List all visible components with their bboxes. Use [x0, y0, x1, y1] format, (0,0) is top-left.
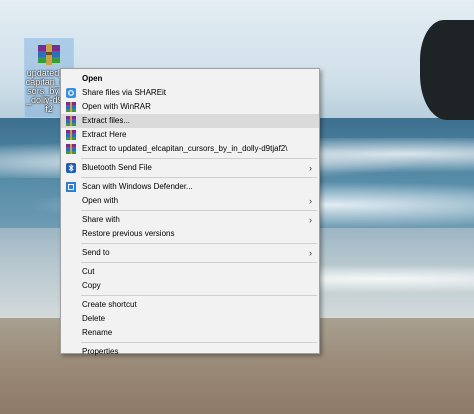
menu-separator	[81, 295, 317, 296]
menu-item-restore-previous-versions[interactable]: Restore previous versions	[61, 227, 319, 241]
winrar-icon	[66, 130, 76, 140]
menu-item-open-with[interactable]: Open with ›	[61, 194, 319, 208]
menu-item-open[interactable]: Open	[61, 72, 319, 86]
winrar-icon	[66, 102, 76, 112]
menu-separator	[81, 342, 317, 343]
menu-item-rename[interactable]: Rename	[61, 326, 319, 340]
shareit-icon	[66, 88, 76, 98]
menu-item-delete[interactable]: Delete	[61, 312, 319, 326]
sea-rock	[420, 20, 474, 120]
menu-item-extract-here[interactable]: Extract Here	[61, 128, 319, 142]
menu-item-properties[interactable]: Properties	[61, 345, 319, 359]
winrar-icon	[66, 116, 76, 126]
menu-item-extract-files[interactable]: Extract files...	[61, 114, 319, 128]
menu-item-scan-defender[interactable]: Scan with Windows Defender...	[61, 180, 319, 194]
menu-item-copy[interactable]: Copy	[61, 279, 319, 293]
menu-item-cut[interactable]: Cut	[61, 265, 319, 279]
submenu-arrow-icon: ›	[309, 215, 312, 225]
submenu-arrow-icon: ›	[309, 196, 312, 206]
menu-item-open-with-winrar[interactable]: Open with WinRAR	[61, 100, 319, 114]
menu-separator	[81, 262, 317, 263]
menu-separator	[81, 158, 317, 159]
menu-separator	[81, 177, 317, 178]
submenu-arrow-icon: ›	[309, 163, 312, 173]
menu-item-bluetooth-send[interactable]: Bluetooth Send File ›	[61, 161, 319, 175]
winrar-icon	[66, 144, 76, 154]
menu-item-send-to[interactable]: Send to ›	[61, 246, 319, 260]
context-menu: Open Share files via SHAREit Open with W…	[60, 68, 320, 356]
submenu-arrow-icon: ›	[309, 248, 312, 258]
menu-separator	[81, 243, 317, 244]
windows-defender-icon	[66, 182, 76, 192]
menu-item-extract-to-folder[interactable]: Extract to updated_elcapitan_cursors_by_…	[61, 142, 319, 156]
bluetooth-icon	[66, 163, 76, 173]
menu-item-share-with[interactable]: Share with ›	[61, 213, 319, 227]
winrar-archive-icon	[38, 44, 60, 65]
menu-item-create-shortcut[interactable]: Create shortcut	[61, 298, 319, 312]
menu-separator	[81, 210, 317, 211]
menu-item-share-shareit[interactable]: Share files via SHAREit	[61, 86, 319, 100]
